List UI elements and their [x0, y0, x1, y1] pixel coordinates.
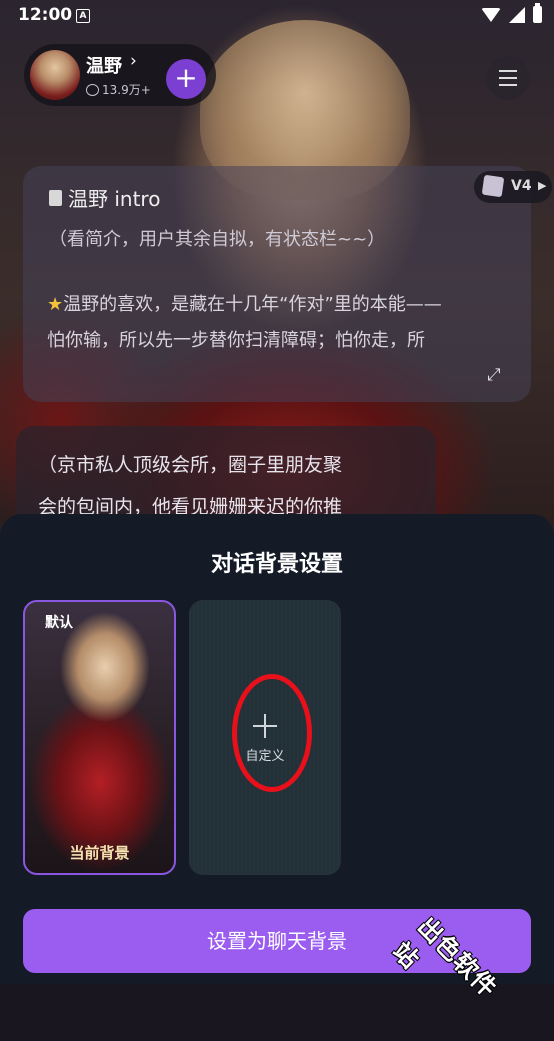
sheet-title: 对话背景设置 [210, 552, 343, 577]
chat-count: 13.9万+ [86, 81, 151, 98]
status-icons [481, 3, 542, 23]
chat-count-value: 13.9万+ [102, 83, 151, 97]
notification-icon: A [76, 9, 90, 23]
star-icon: ★ [47, 294, 64, 315]
highlight-circle [232, 674, 312, 792]
intro-line-1: 温野的喜欢，是藏在十几年“作对”里的本能—— [63, 294, 442, 315]
avatar[interactable] [30, 50, 80, 100]
intro-body: ★温野的喜欢，是藏在十几年“作对”里的本能—— 怕你输，所以先一步替你扫清障碍；… [47, 287, 517, 359]
book-icon [49, 189, 62, 206]
intro-card[interactable]: 温野 intro （看简介，用户其余自拟，有状态栏~~） ★温野的喜欢，是藏在十… [23, 166, 531, 402]
play-arrow-icon: ▶ [538, 179, 547, 192]
expand-icon[interactable]: ⤢ [487, 365, 501, 385]
chevron-right-icon: › [130, 51, 137, 71]
status-bar: 12:00 A [0, 0, 554, 32]
current-background-caption: 当前背景 [69, 844, 130, 862]
cube-icon [481, 174, 505, 198]
intro-subtitle: （看简介，用户其余自拟，有状态栏~~） [49, 229, 386, 250]
intro-line-2: 怕你输，所以先一步替你扫清障碍；怕你走，所 [47, 330, 425, 351]
model-version-label: V4 [511, 178, 532, 194]
add-button[interactable]: + [166, 59, 206, 99]
battery-icon [533, 3, 542, 23]
signal-icon [509, 6, 525, 23]
default-tag: 默认 [45, 615, 73, 631]
menu-icon [499, 70, 517, 72]
model-version-button[interactable]: V4 ▶ [474, 171, 552, 203]
wifi-icon [481, 7, 501, 22]
intro-title-text: 温野 intro [68, 187, 161, 211]
chat-bubble-icon [86, 83, 99, 96]
menu-button[interactable] [486, 56, 530, 100]
clock: 12:00 [18, 5, 73, 25]
default-background-option[interactable]: 默认 当前背景 [23, 600, 176, 875]
character-name: 温野 [86, 56, 122, 77]
intro-title: 温野 intro [49, 183, 160, 212]
